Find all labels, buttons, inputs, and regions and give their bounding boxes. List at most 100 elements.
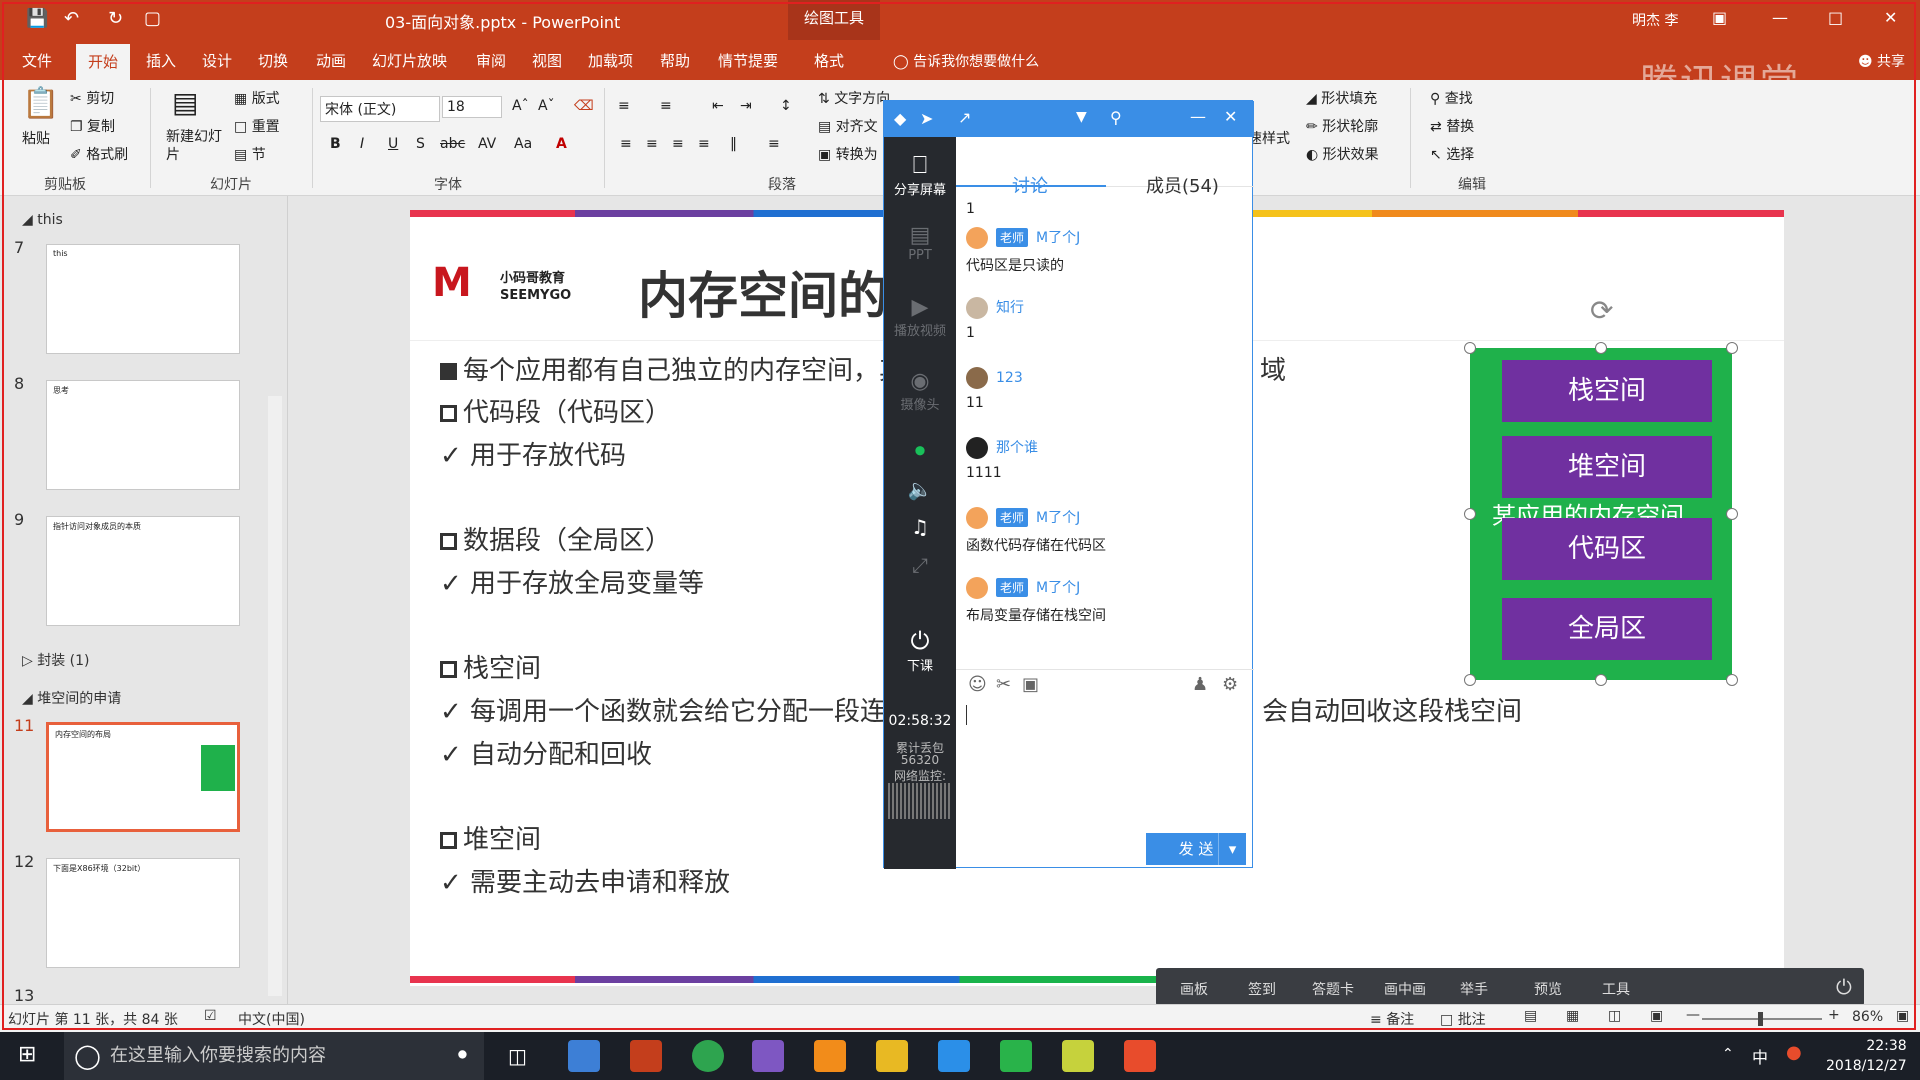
underline-icon[interactable]: U [388, 136, 398, 152]
replace-button[interactable]: ⇄ 替换 [1430, 116, 1474, 136]
convert-smartart-button[interactable]: ▣ 转换为 [818, 144, 878, 164]
image-icon[interactable]: ▣ [1022, 674, 1039, 695]
present-icon[interactable]: ▢ [144, 8, 161, 29]
dropdown-icon[interactable]: ▼ [1076, 109, 1087, 125]
tab-format[interactable]: 格式 [814, 50, 844, 71]
share-out-icon[interactable]: ↗ [958, 108, 971, 127]
fit-slide-icon[interactable]: ▣ [1896, 1008, 1909, 1024]
share-button[interactable]: ☻ 共享 [1858, 51, 1905, 71]
avatar[interactable] [966, 297, 988, 319]
zoom-in-icon[interactable]: + [1828, 1007, 1840, 1023]
computer-app-icon[interactable] [568, 1040, 600, 1072]
resize-handle[interactable] [1595, 342, 1607, 354]
resize-handle[interactable] [1726, 674, 1738, 686]
bullet-line[interactable]: ✓ 每调用一个函数就会给它分配一段连续 会自动回收这段栈空间 [440, 691, 1522, 728]
red-app-icon[interactable] [1124, 1040, 1156, 1072]
reset-button[interactable]: □ 重置 [234, 116, 280, 136]
avatar[interactable] [966, 367, 988, 389]
language-indicator[interactable]: 中文(中国) [238, 1009, 305, 1029]
microphone-icon[interactable]: ⚫ [884, 439, 956, 463]
share-screen-button[interactable]: ⎕ 分享屏幕 [884, 151, 956, 198]
decrease-indent-icon[interactable]: ⇤ [712, 98, 724, 114]
line-spacing-icon[interactable]: ↕ [780, 98, 792, 114]
slide-thumbnail-8[interactable]: 思考 [46, 380, 240, 490]
align-left-icon[interactable]: ≡ [620, 136, 632, 152]
raise-hand-button[interactable]: 举手 [1460, 979, 1488, 999]
minimize-icon[interactable]: — [1772, 8, 1788, 27]
taskbar-clock[interactable]: 22:38 2018/12/27 [1826, 1036, 1907, 1076]
camera-button[interactable]: ◉ 摄像头 [884, 369, 956, 413]
sign-in-button[interactable]: 签到 [1248, 979, 1276, 999]
layout-button[interactable]: ▦ 版式 [234, 88, 280, 108]
grow-font-icon[interactable]: Aˆ [512, 98, 529, 114]
tab-help[interactable]: 帮助 [660, 50, 690, 71]
notes-app-icon[interactable] [1062, 1040, 1094, 1072]
tray-expand-icon[interactable]: ⌃ [1722, 1046, 1734, 1062]
section-encapsulation[interactable]: ▷ 封装 (1) [22, 650, 90, 670]
mute-user-icon[interactable]: ♟ [1192, 674, 1208, 695]
align-center-icon[interactable]: ≡ [646, 136, 658, 152]
copy-button[interactable]: ❐ 复制 [70, 116, 115, 136]
microphone-icon[interactable]: ⚫ [455, 1032, 470, 1080]
new-slide-icon[interactable]: ▤ [172, 86, 198, 119]
chrome-app-icon[interactable] [692, 1040, 724, 1072]
avatar[interactable] [966, 577, 988, 599]
bullet-line[interactable]: 代码段（代码区） [440, 392, 671, 429]
taskbar-search[interactable]: ◯ 在这里输入你要搜索的内容 ⚫ [64, 1032, 484, 1080]
paste-icon[interactable]: 📋 [22, 86, 59, 121]
quick-styles-button[interactable]: 速样式 [1248, 128, 1290, 148]
resize-handle[interactable] [1726, 508, 1738, 520]
resize-handle[interactable] [1464, 508, 1476, 520]
increase-indent-icon[interactable]: ⇥ [740, 98, 752, 114]
ime-indicator[interactable]: 中 [1752, 1044, 1768, 1068]
minimize-icon[interactable]: — [1190, 107, 1206, 126]
shrink-font-icon[interactable]: Aˇ [538, 98, 555, 114]
send-options-icon[interactable]: ▾ [1218, 833, 1246, 865]
resize-handle[interactable] [1464, 674, 1476, 686]
tab-insert[interactable]: 插入 [146, 50, 176, 71]
rotate-handle-icon[interactable]: ⟳ [1590, 294, 1613, 327]
avatar[interactable] [966, 507, 988, 529]
select-button[interactable]: ↖ 选择 [1430, 144, 1474, 164]
shape-outline-button[interactable]: ✏ 形状轮廓 [1306, 116, 1378, 136]
speaker-icon[interactable]: 🔈 [884, 477, 956, 501]
clion-app-icon[interactable] [1000, 1040, 1032, 1072]
close-icon[interactable]: ✕ [1884, 8, 1897, 27]
music-icon[interactable]: ♫ [884, 515, 956, 539]
end-class-button[interactable]: ⏻ 下课 [884, 627, 956, 674]
tab-file[interactable]: 文件 [22, 50, 52, 71]
screenshot-icon[interactable]: ✂ [996, 674, 1011, 695]
zoom-thumb[interactable] [1758, 1012, 1763, 1026]
shape-fill-button[interactable]: ◢ 形状填充 [1306, 88, 1377, 108]
ppt-button[interactable]: ▤ PPT [884, 223, 956, 263]
paragraph-options-icon[interactable]: ≡ [768, 136, 780, 152]
slide-thumbnails-pane[interactable]: ◢ this 7 this 8 思考 9 指针访问对象成员的本质 ▷ 封装 (1… [0, 196, 288, 1005]
answer-card-button[interactable]: 答题卡 [1312, 979, 1354, 999]
sorter-view-icon[interactable]: ▦ [1566, 1008, 1579, 1024]
preview-button[interactable]: 预览 [1534, 979, 1562, 999]
zoom-level[interactable]: 86% [1852, 1009, 1883, 1025]
reading-view-icon[interactable]: ◫ [1608, 1008, 1621, 1024]
tencent-classroom-app-icon[interactable] [938, 1040, 970, 1072]
shadow-icon[interactable]: S [416, 136, 425, 152]
bullet-line[interactable]: 栈空间 [440, 648, 541, 685]
tab-home[interactable]: 开始 [76, 44, 131, 80]
visual-studio-app-icon[interactable] [752, 1040, 784, 1072]
sublime-app-icon[interactable] [814, 1040, 846, 1072]
tab-review[interactable]: 审阅 [476, 50, 506, 71]
zoom-slider[interactable] [1702, 1012, 1822, 1026]
justify-icon[interactable]: ≡ [698, 136, 710, 152]
bullet-line[interactable]: ✓ 自动分配和回收 [440, 734, 652, 771]
send-button[interactable]: 发 送 ▾ [1146, 833, 1246, 865]
bullet-line[interactable]: ✓ 需要主动去申请和释放 [440, 862, 730, 899]
italic-icon[interactable]: I [360, 136, 364, 152]
new-slide-button[interactable]: 新建幻灯片 [166, 128, 226, 164]
tab-storyboard[interactable]: 情节提要 [718, 50, 778, 71]
avatar[interactable] [966, 227, 988, 249]
emoji-icon[interactable]: ☺ [968, 674, 987, 695]
format-painter-button[interactable]: ✐ 格式刷 [70, 144, 128, 164]
tab-design[interactable]: 设计 [202, 50, 232, 71]
char-spacing-icon[interactable]: AV [478, 136, 496, 152]
bullet-line[interactable]: ✓ 用于存放代码 [440, 435, 626, 472]
settings-icon[interactable]: ⚙ [1222, 674, 1238, 695]
